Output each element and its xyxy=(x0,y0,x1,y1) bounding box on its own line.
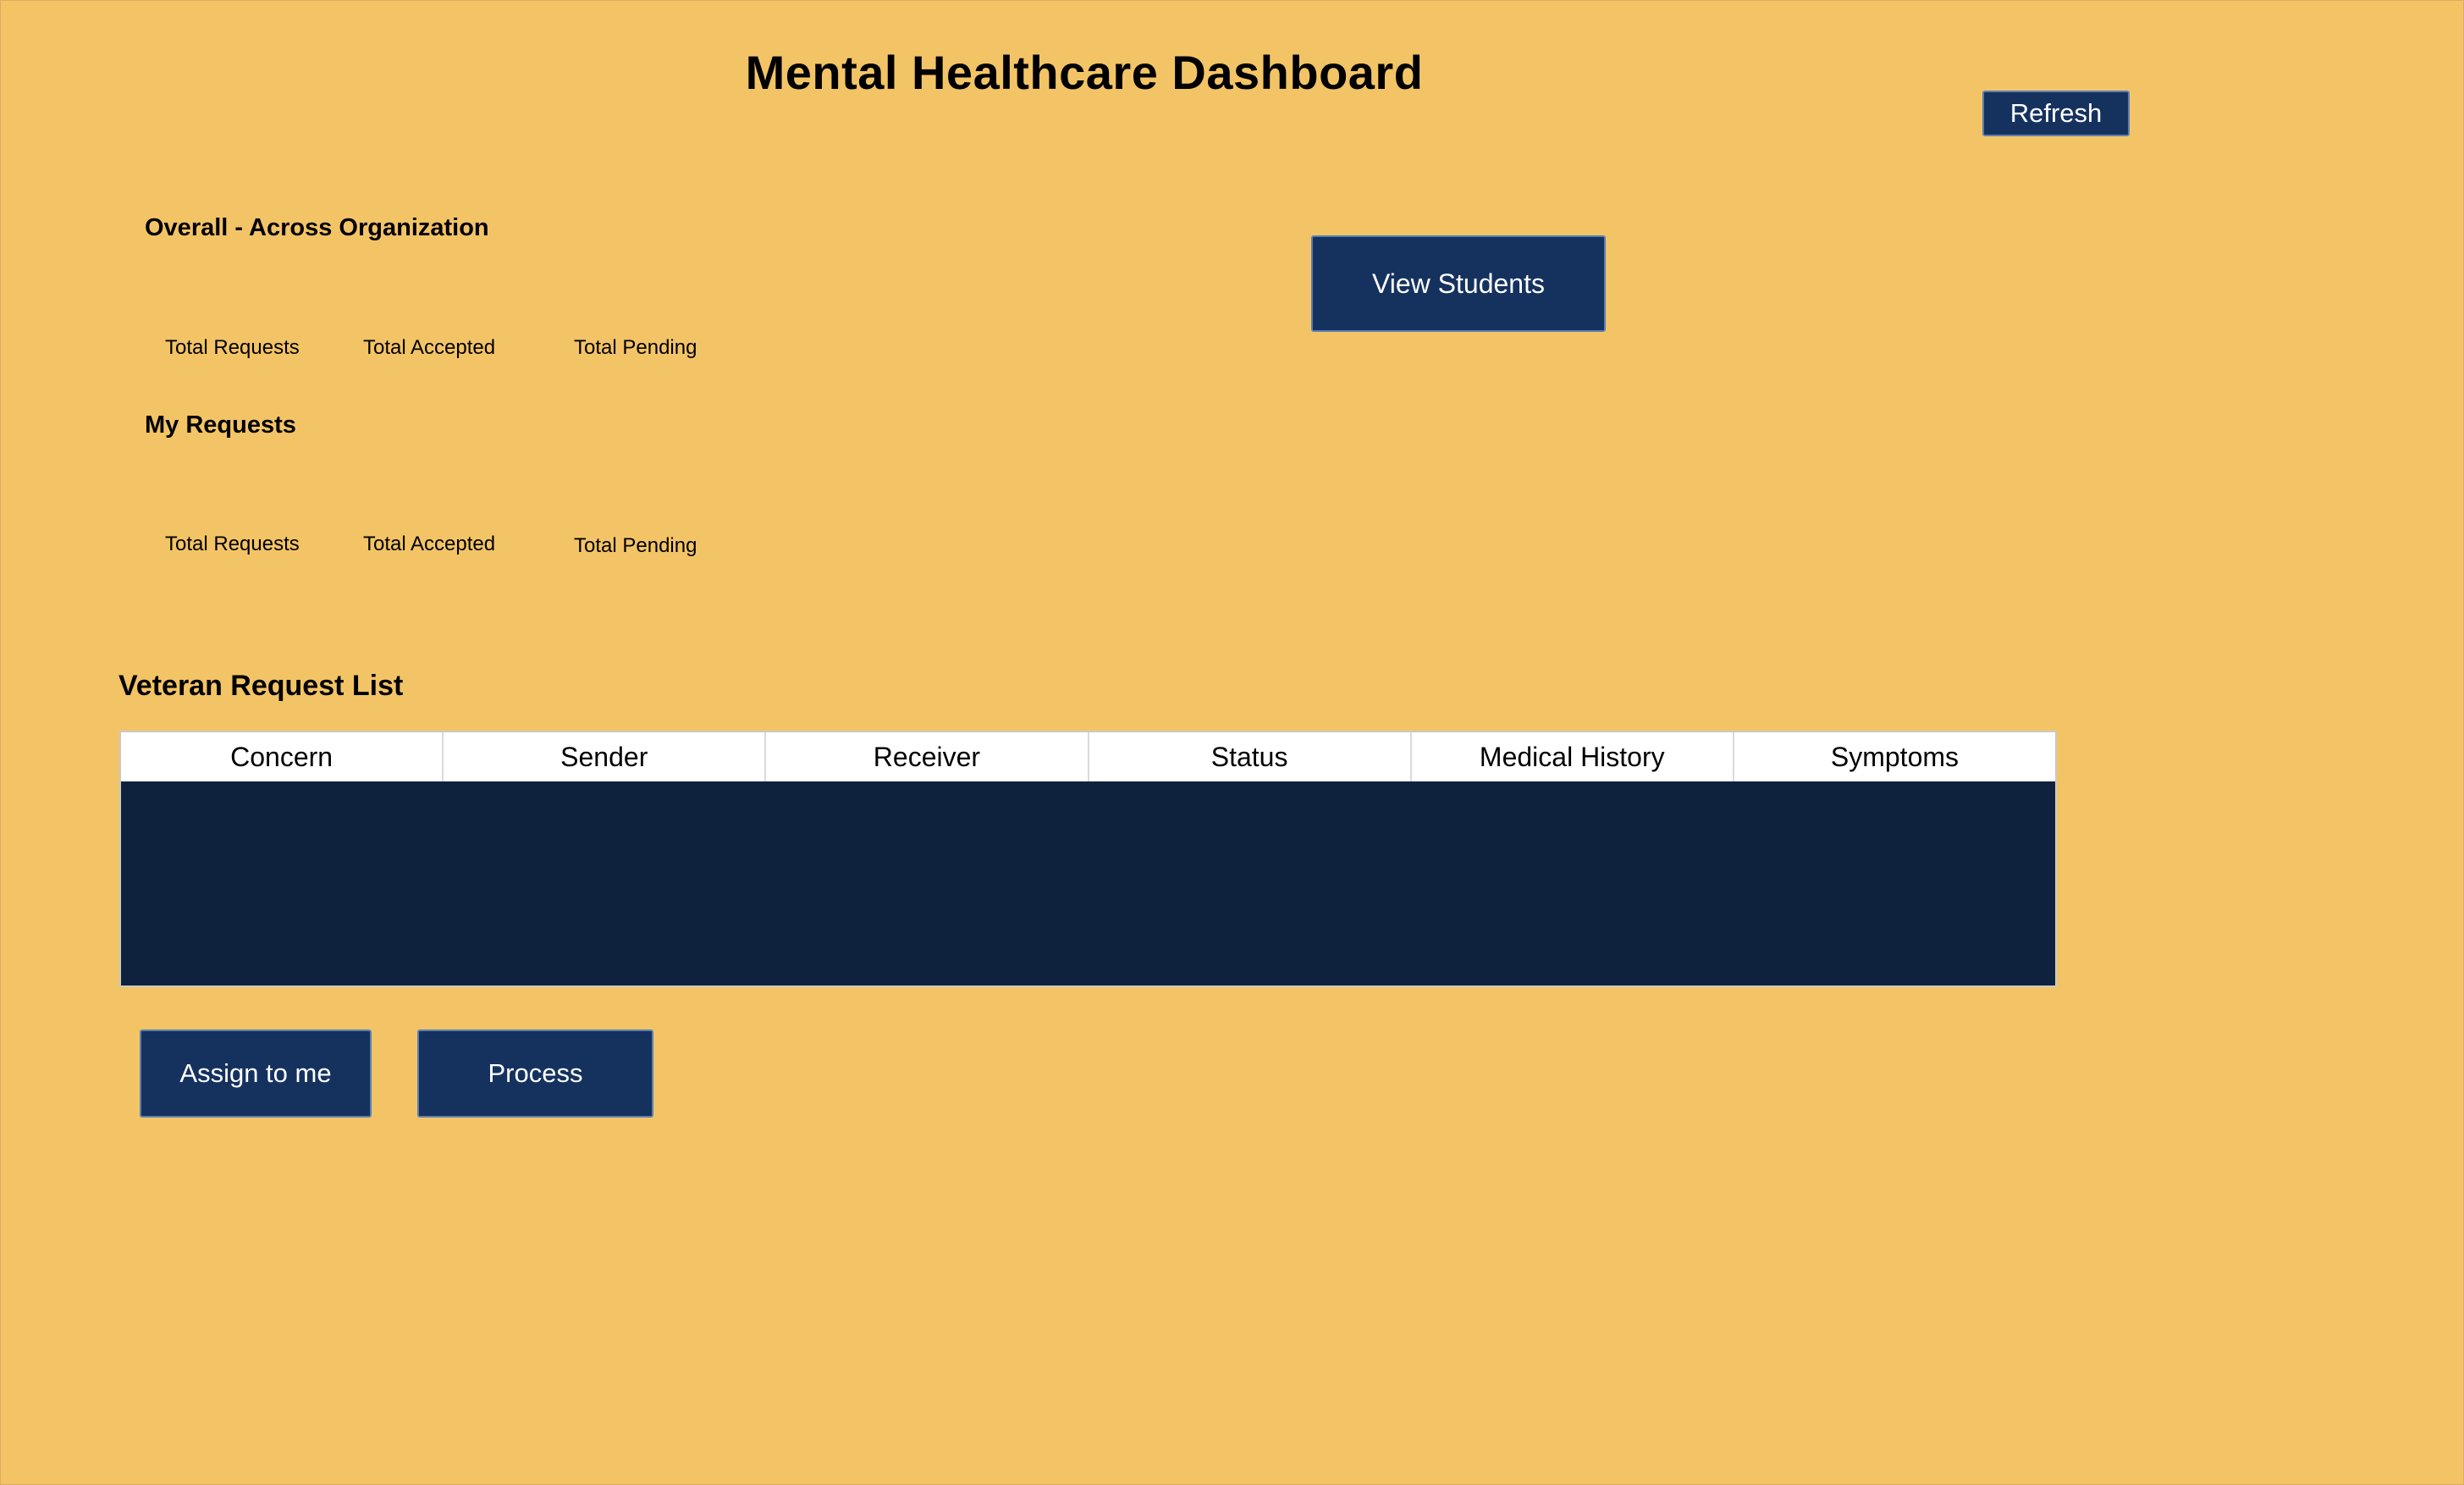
column-header-concern[interactable]: Concern xyxy=(121,732,444,781)
page-title: Mental Healthcare Dashboard xyxy=(745,46,1424,99)
overall-total-accepted-label: Total Accepted xyxy=(363,336,496,359)
request-table[interactable]: Concern Sender Receiver Status Medical H… xyxy=(119,731,2057,987)
refresh-button[interactable]: Refresh xyxy=(1982,91,2130,136)
column-header-sender[interactable]: Sender xyxy=(444,732,767,781)
column-header-receiver[interactable]: Receiver xyxy=(766,732,1089,781)
my-total-accepted-label: Total Accepted xyxy=(363,533,496,555)
my-requests-heading: My Requests xyxy=(145,411,296,439)
request-list-heading: Veteran Request List xyxy=(119,670,404,702)
overall-total-requests-label: Total Requests xyxy=(165,336,300,359)
my-total-pending-label: Total Pending xyxy=(574,534,697,557)
app-window: Mental Healthcare Dashboard Refresh Over… xyxy=(0,0,2464,1485)
table-body[interactable] xyxy=(121,781,2055,985)
view-students-button[interactable]: View Students xyxy=(1311,235,1606,332)
overall-total-pending-label: Total Pending xyxy=(574,336,697,359)
column-header-medical-history[interactable]: Medical History xyxy=(1412,732,1734,781)
assign-to-me-button[interactable]: Assign to me xyxy=(140,1030,372,1118)
table-header: Concern Sender Receiver Status Medical H… xyxy=(121,732,2055,781)
column-header-symptoms[interactable]: Symptoms xyxy=(1734,732,2055,781)
process-button[interactable]: Process xyxy=(417,1030,653,1118)
overall-heading: Overall - Across Organization xyxy=(145,214,489,241)
my-total-requests-label: Total Requests xyxy=(165,533,300,555)
column-header-status[interactable]: Status xyxy=(1089,732,1412,781)
